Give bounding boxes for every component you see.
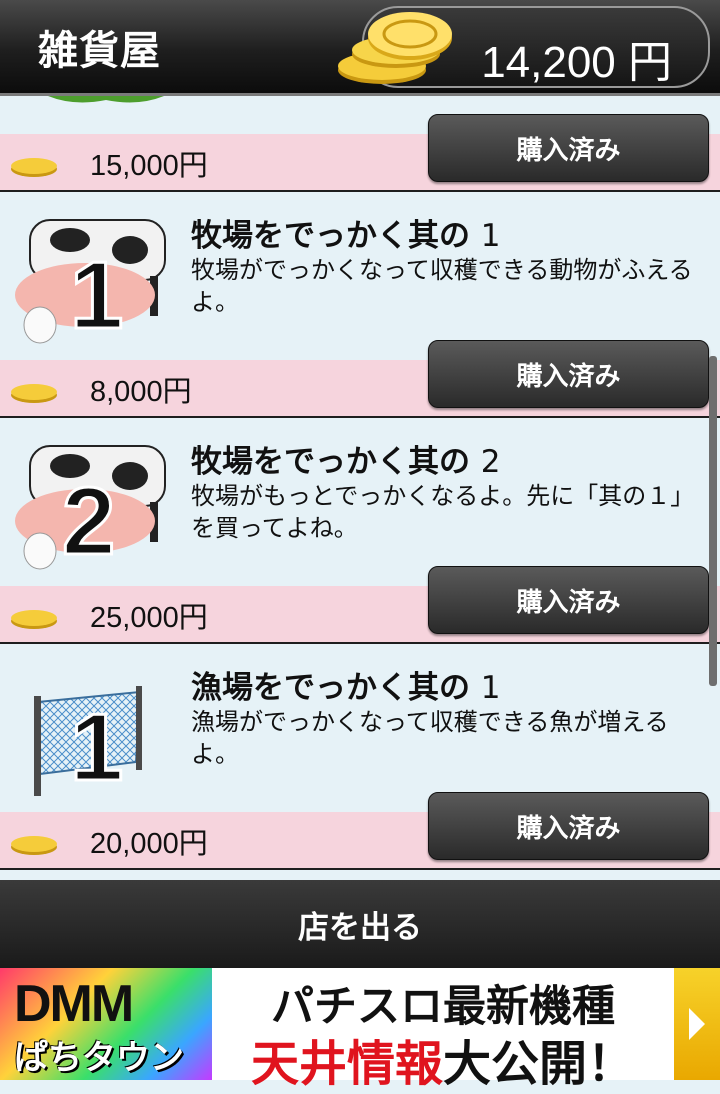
farm-animals-icon: 2 xyxy=(15,445,166,576)
item-title: 漁場をでっかく其の 1 xyxy=(191,670,501,706)
item-price: 15,000円 xyxy=(90,150,208,182)
shop-item: 1 牧場をでっかく其の 1 牧場がでっかくなって収穫できる動物がふえるよ。 8,… xyxy=(0,192,720,418)
coin-icon xyxy=(11,384,57,403)
item-description: 牧場がもっとでっかくなるよ。先に「其の１」を買ってよね。 xyxy=(191,482,695,542)
ad-logo-text: DMM xyxy=(14,975,134,1033)
purchased-button[interactable]: 購入済み xyxy=(428,114,709,182)
purchased-button[interactable]: 購入済み xyxy=(428,566,709,634)
shop-title: 雑貨屋 xyxy=(38,28,161,74)
ad-logo: DMM ぱちタウン xyxy=(0,968,212,1080)
svg-text:1: 1 xyxy=(70,242,123,349)
coin-stack-icon xyxy=(338,12,452,84)
header-bar: 雑貨屋 14,200 円 xyxy=(0,0,720,96)
item-title: 牧場をでっかく其の 1 xyxy=(191,218,501,254)
item-price: 25,000円 xyxy=(90,602,208,634)
coin-icon xyxy=(11,836,57,855)
farm-animals-icon: 1 xyxy=(15,219,166,350)
item-description: 漁場がでっかくなって収穫できる魚が増えるよ。 xyxy=(191,708,669,768)
item-description: 牧場がでっかくなって収穫できる動物がふえるよ。 xyxy=(191,256,693,316)
item-title: 牧場をでっかく其の 2 xyxy=(191,444,501,480)
svg-text:2: 2 xyxy=(62,468,115,575)
shop-item-peek xyxy=(0,870,720,880)
leave-shop-button[interactable]: 店を出る xyxy=(0,880,720,968)
coin-icon xyxy=(11,158,57,177)
fishing-net-icon: 1 xyxy=(34,686,142,802)
shop-item-list[interactable]: 15,000円 購入済み 1 牧場をでっかく其の 1 牧場がでっかくなって収穫で… xyxy=(0,96,720,880)
shop-item: 1 漁場をでっかく其の 1 漁場がでっかくなって収穫できる魚が増えるよ。 20,… xyxy=(0,644,720,870)
scrollbar[interactable] xyxy=(709,356,717,686)
shop-item: 2 牧場をでっかく其の 2 牧場がもっとでっかくなるよ。先に「其の１」を買ってよ… xyxy=(0,418,720,644)
money-amount: 14,200 円 xyxy=(481,38,672,87)
ad-banner[interactable]: DMM ぱちタウン パチスロ最新機種 天井情報大公開！ xyxy=(0,968,720,1092)
ad-arrow-icon[interactable] xyxy=(674,968,720,1080)
svg-text:1: 1 xyxy=(70,694,123,801)
purchased-button[interactable]: 購入済み xyxy=(428,340,709,408)
shop-item: 15,000円 購入済み xyxy=(0,96,720,192)
vegetable-icon xyxy=(48,96,164,103)
ad-subheadline: 天井情報大公開！ xyxy=(250,1036,636,1092)
purchased-button[interactable]: 購入済み xyxy=(428,792,709,860)
item-price: 20,000円 xyxy=(90,828,208,860)
coin-icon xyxy=(11,610,57,629)
item-price: 8,000円 xyxy=(90,376,192,408)
ad-logo-sub: ぱちタウン xyxy=(14,1038,184,1078)
